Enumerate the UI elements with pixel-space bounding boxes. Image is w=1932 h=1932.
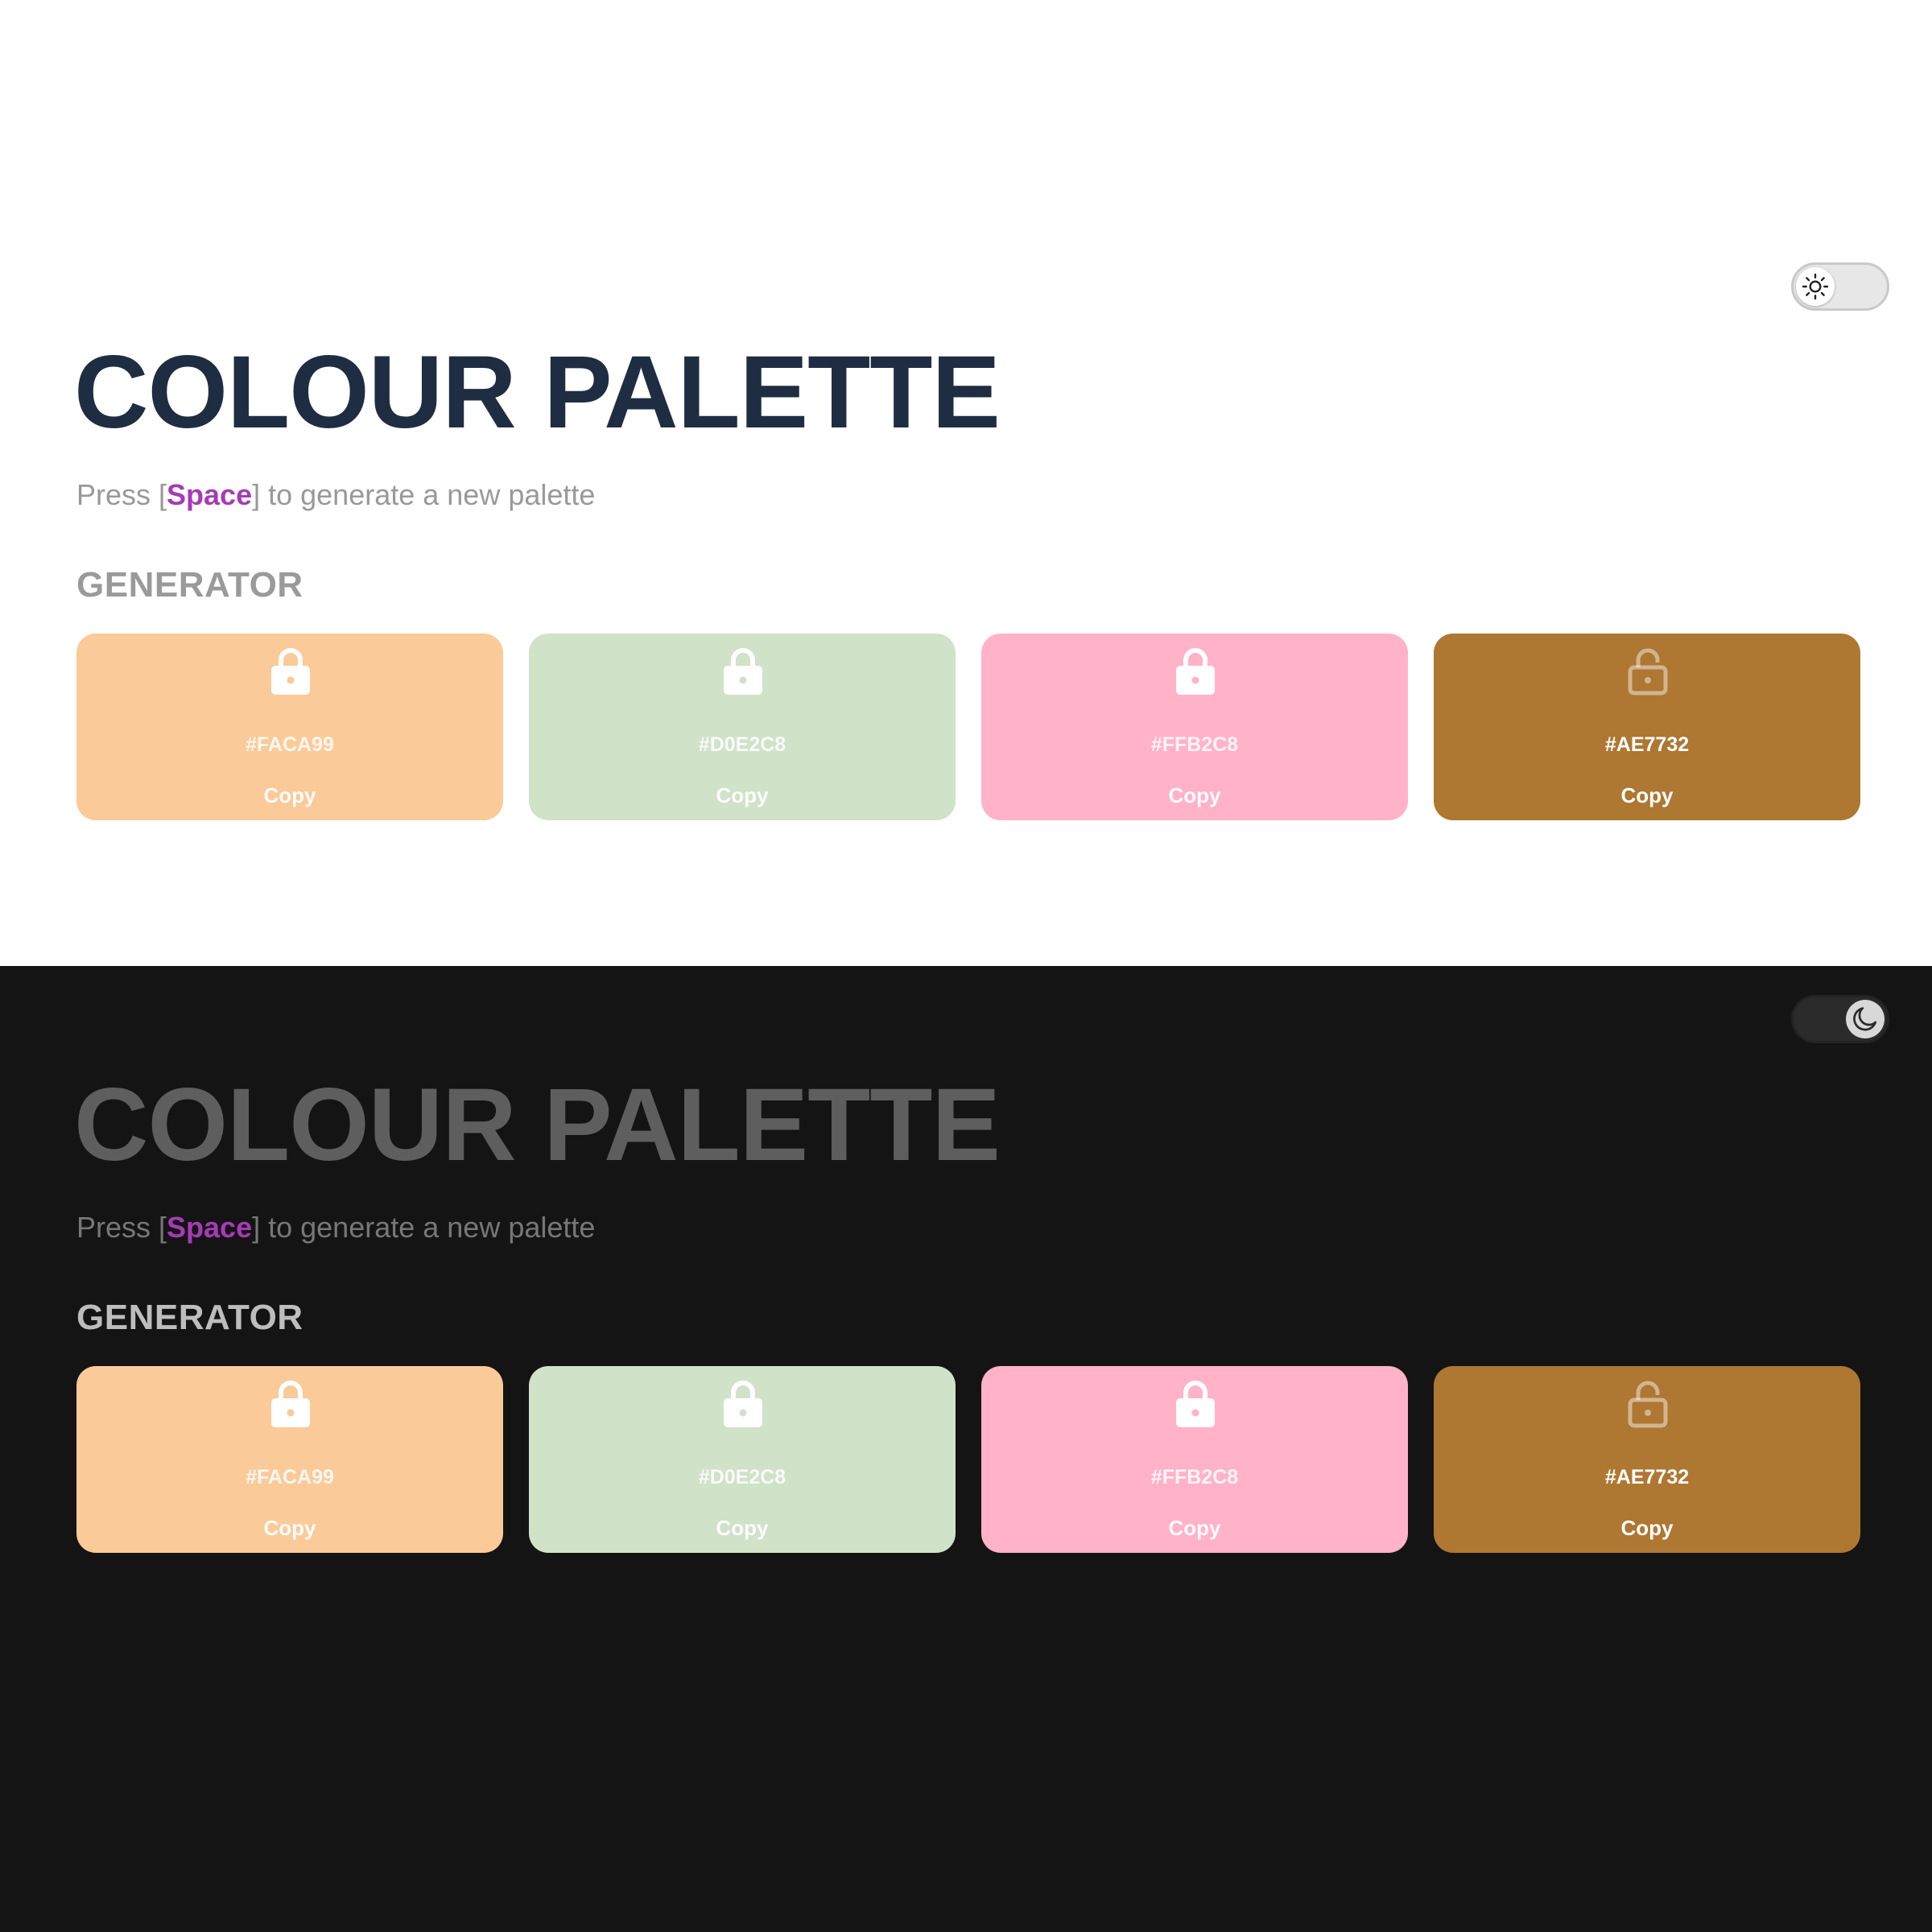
- color-swatch[interactable]: #FACA99 Copy: [76, 634, 503, 820]
- theme-toggle[interactable]: [1791, 262, 1889, 311]
- hex-code: #FFB2C8: [1150, 733, 1239, 756]
- moon-icon: [1853, 1007, 1877, 1031]
- instruction-prefix: Press [: [76, 1211, 167, 1244]
- light-theme-panel: COLOUR PALETTE Press [Space] to generate…: [0, 0, 1932, 966]
- swatch-row: #FACA99 Copy #D0E2C8 Copy #FFB2C8 Copy #…: [76, 634, 1860, 820]
- copy-button[interactable]: Copy: [1434, 783, 1860, 808]
- page-title: COLOUR PALETTE: [74, 335, 1001, 450]
- lock-closed-icon[interactable]: [270, 1377, 312, 1429]
- hex-code: #AE7732: [1604, 733, 1690, 756]
- toggle-knob: [1796, 267, 1835, 306]
- toggle-knob: [1846, 1000, 1885, 1038]
- lock-closed-icon[interactable]: [1174, 1377, 1216, 1429]
- color-swatch[interactable]: #D0E2C8 Copy: [529, 634, 956, 820]
- swatch-row: #FACA99 Copy #D0E2C8 Copy #FFB2C8 Copy #…: [76, 1366, 1860, 1553]
- instruction-text: Press [Space] to generate a new palette: [76, 478, 595, 512]
- theme-toggle[interactable]: [1791, 995, 1889, 1043]
- copy-button[interactable]: Copy: [981, 1516, 1408, 1541]
- hex-code: #FACA99: [246, 1466, 334, 1488]
- copy-button[interactable]: Copy: [1434, 1516, 1860, 1541]
- lock-open-icon[interactable]: [1627, 645, 1669, 696]
- sun-icon: [1802, 273, 1829, 300]
- lock-closed-icon[interactable]: [722, 645, 764, 696]
- instruction-text: Press [Space] to generate a new palette: [76, 1211, 595, 1245]
- color-swatch[interactable]: #FFB2C8 Copy: [981, 1366, 1408, 1553]
- space-key-label: Space: [167, 1211, 253, 1244]
- page-title: COLOUR PALETTE: [74, 1067, 1001, 1183]
- hex-code: #D0E2C8: [698, 1466, 786, 1488]
- space-key-label: Space: [167, 478, 253, 511]
- copy-button[interactable]: Copy: [529, 783, 956, 808]
- lock-closed-icon[interactable]: [270, 645, 312, 696]
- dark-theme-panel: COLOUR PALETTE Press [Space] to generate…: [0, 966, 1932, 1932]
- section-heading: GENERATOR: [76, 565, 303, 605]
- lock-open-icon[interactable]: [1627, 1377, 1669, 1429]
- copy-button[interactable]: Copy: [529, 1516, 956, 1541]
- color-swatch[interactable]: #D0E2C8 Copy: [529, 1366, 956, 1553]
- copy-button[interactable]: Copy: [76, 783, 503, 808]
- instruction-prefix: Press [: [76, 478, 167, 511]
- color-swatch[interactable]: #FFB2C8 Copy: [981, 634, 1408, 820]
- color-swatch[interactable]: #FACA99 Copy: [76, 1366, 503, 1553]
- hex-code: #D0E2C8: [698, 733, 786, 756]
- instruction-suffix: ] to generate a new palette: [252, 478, 596, 511]
- color-swatch[interactable]: #AE7732 Copy: [1434, 634, 1860, 820]
- instruction-suffix: ] to generate a new palette: [252, 1211, 596, 1244]
- copy-button[interactable]: Copy: [981, 783, 1408, 808]
- color-swatch[interactable]: #AE7732 Copy: [1434, 1366, 1860, 1553]
- hex-code: #FACA99: [246, 733, 334, 756]
- lock-closed-icon[interactable]: [722, 1377, 764, 1429]
- lock-closed-icon[interactable]: [1174, 645, 1216, 696]
- hex-code: #FFB2C8: [1150, 1466, 1239, 1488]
- copy-button[interactable]: Copy: [76, 1516, 503, 1541]
- section-heading: GENERATOR: [76, 1298, 303, 1337]
- hex-code: #AE7732: [1604, 1466, 1690, 1488]
